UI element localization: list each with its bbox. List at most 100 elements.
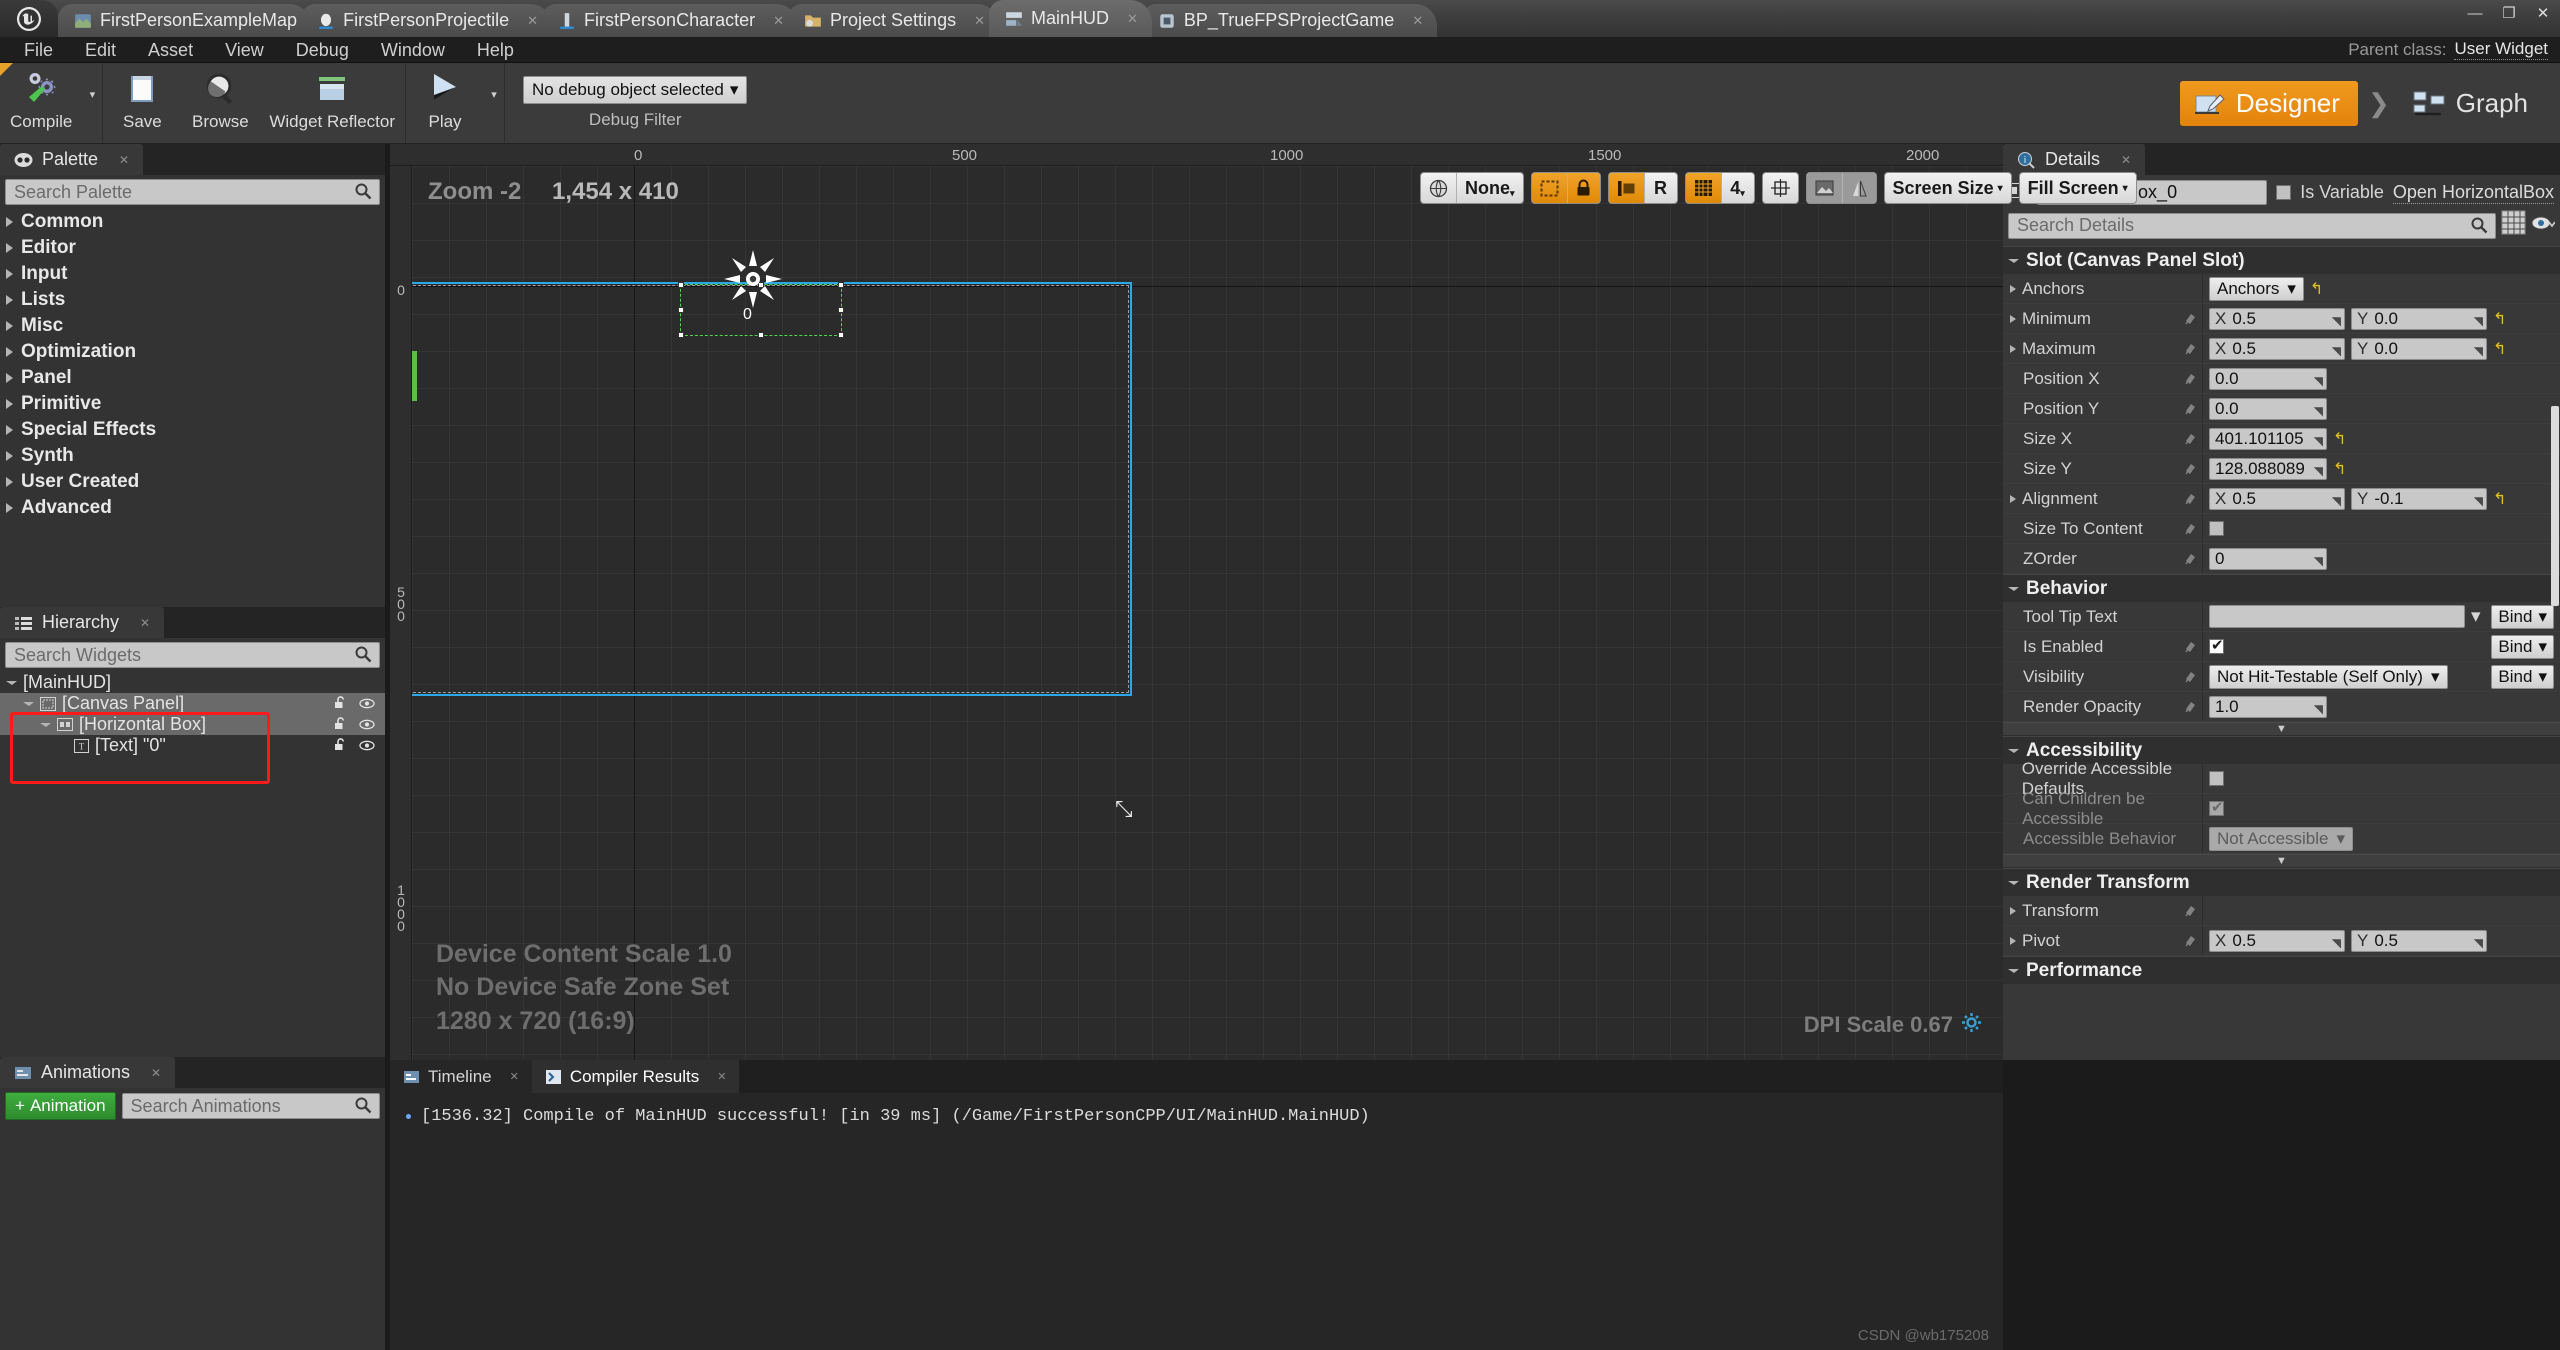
visibility-toggle[interactable] [359, 714, 375, 735]
save-button[interactable]: Save [103, 63, 181, 143]
reset-to-default-icon[interactable]: ↰ [2333, 429, 2346, 449]
image-icon[interactable] [1806, 173, 1843, 203]
property-checkbox[interactable] [2209, 636, 2224, 654]
chevron-right-icon[interactable] [2010, 284, 2016, 293]
property-field[interactable]: 0.0 ◥ [2209, 367, 2327, 390]
property-combo[interactable]: Not Accessible ▾ [2209, 826, 2354, 851]
property-field[interactable]: 128.088089 ◥ [2209, 457, 2327, 480]
property-checkbox[interactable] [2209, 521, 2224, 536]
window-tab-2[interactable]: FirstPersonCharacter ✕ [542, 4, 799, 37]
property-text-field[interactable] [2209, 605, 2465, 628]
search-input[interactable] [14, 181, 371, 203]
property-field[interactable]: 0 ◥ [2209, 547, 2327, 570]
drag-grip-icon[interactable]: ◥ [2474, 936, 2483, 950]
align-icon[interactable] [1608, 173, 1645, 203]
details-section-0[interactable]: Slot (Canvas Panel Slot) [2003, 246, 2560, 274]
window-tab-4[interactable]: MainHUD ✕ [988, 0, 1152, 37]
search-animations-input[interactable] [130, 1095, 371, 1117]
reset-to-default-icon[interactable]: ↰ [2493, 309, 2506, 329]
palette-category-synth[interactable]: Synth [0, 443, 385, 469]
dpi-settings-gear-icon[interactable] [1962, 1012, 1981, 1038]
property-field-y[interactable]: Y 0.0 ◥ [2351, 307, 2487, 330]
window-tab-close[interactable]: ✕ [773, 13, 784, 29]
search-widgets-input[interactable] [14, 644, 371, 666]
property-field-x[interactable]: X 0.5 ◥ [2209, 307, 2345, 330]
rotate-toggle[interactable]: R [1645, 173, 1677, 203]
play-button[interactable]: Play [406, 63, 484, 143]
details-scrollbar[interactable] [2551, 406, 2559, 606]
compile-button[interactable]: Compile [0, 63, 82, 143]
grid-snap-icon[interactable] [1685, 173, 1722, 203]
property-field-x[interactable]: X 0.5 ◥ [2209, 337, 2345, 360]
menu-item-file[interactable]: File [8, 37, 69, 63]
timeline-tab-close[interactable]: ✕ [510, 1070, 519, 1083]
tab-graph[interactable]: Graph [2400, 81, 2546, 126]
resize-handle-mr[interactable] [838, 307, 844, 313]
drag-grip-icon[interactable]: ◥ [2332, 344, 2341, 358]
palette-tab[interactable]: Palette ✕ [0, 144, 144, 175]
property-checkbox[interactable] [2209, 798, 2224, 816]
drag-grip-icon[interactable]: ◥ [2474, 494, 2483, 508]
menu-item-debug[interactable]: Debug [280, 37, 365, 63]
design-canvas[interactable]: Zoom -2 1,454 x 410 ⤡ 0 Device Content S… [412, 166, 2003, 1060]
palette-tab-close[interactable]: ✕ [119, 153, 129, 167]
palette-category-input[interactable]: Input [0, 261, 385, 287]
palette-category-optimization[interactable]: Optimization [0, 339, 385, 365]
hierarchy-row-3[interactable]: T [Text] "0" [0, 735, 385, 756]
hierarchy-row-2[interactable]: [Horizontal Box] [0, 714, 385, 735]
dpi-scale[interactable]: DPI Scale 0.67 [1804, 1012, 1981, 1038]
drag-grip-icon[interactable]: ◥ [2332, 494, 2341, 508]
palette-search[interactable] [5, 179, 380, 205]
resize-handle-bl[interactable] [678, 332, 684, 338]
palette-category-panel[interactable]: Panel [0, 365, 385, 391]
menu-item-asset[interactable]: Asset [132, 37, 209, 63]
bind-button[interactable]: Bind ▾ [2491, 604, 2554, 629]
animations-search[interactable] [121, 1093, 380, 1119]
animations-tab[interactable]: Animations ✕ [0, 1057, 176, 1088]
lock-toggle[interactable] [334, 693, 347, 714]
window-tab-3[interactable]: Project Settings ✕ [788, 4, 999, 37]
browse-button[interactable]: Browse [181, 63, 259, 143]
palette-category-lists[interactable]: Lists [0, 287, 385, 313]
fill-screen-select[interactable]: Fill Screen [2020, 173, 2136, 203]
details-tab[interactable]: i Details ✕ [2003, 144, 2146, 175]
menu-item-view[interactable]: View [209, 37, 280, 63]
chevron-right-icon[interactable] [2010, 314, 2016, 323]
drag-grip-icon[interactable]: ◥ [2314, 464, 2323, 478]
close-button[interactable]: ✕ [2526, 2, 2560, 24]
tab-compiler-results[interactable]: Compiler Results ✕ [531, 1060, 740, 1093]
lock-toggle[interactable] [334, 735, 347, 756]
window-tab-5[interactable]: BP_TrueFPSProjectGame ✕ [1141, 4, 1438, 37]
visibility-toggle[interactable] [359, 735, 375, 756]
details-section-1[interactable]: Behavior [2003, 574, 2560, 602]
palette-category-advanced[interactable]: Advanced [0, 495, 385, 521]
property-field-x[interactable]: X 0.5 ◥ [2209, 929, 2345, 952]
resize-handle-tr[interactable] [838, 282, 844, 288]
window-tab-1[interactable]: FirstPersonProjectile ✕ [301, 4, 553, 37]
grid-size-select[interactable]: 4 ▾ [1722, 173, 1754, 203]
property-field-y[interactable]: Y 0.5 ◥ [2351, 929, 2487, 952]
reset-to-default-icon[interactable]: ↰ [2333, 459, 2346, 479]
log-entry[interactable]: [1536.32] Compile of MainHUD successful!… [396, 1107, 1997, 1126]
drag-grip-icon[interactable]: ◥ [2314, 702, 2323, 716]
property-checkbox[interactable] [2209, 771, 2224, 786]
details-visibility-eye-icon[interactable] [2531, 214, 2556, 238]
window-tab-close[interactable]: ✕ [527, 13, 538, 29]
drag-grip-icon[interactable]: ◥ [2314, 374, 2323, 388]
resize-handle-br[interactable] [838, 332, 844, 338]
compile-dropdown-caret[interactable]: ▾ [82, 63, 102, 143]
bind-button[interactable]: Bind ▾ [2491, 634, 2554, 659]
property-combo[interactable]: Anchors ▾ [2209, 276, 2304, 301]
hierarchy-search[interactable] [5, 642, 380, 668]
drag-grip-icon[interactable]: ◥ [2474, 314, 2483, 328]
search-details-input[interactable] [2017, 215, 2487, 236]
play-dropdown-caret[interactable]: ▾ [484, 63, 504, 143]
anchor-medallion-icon[interactable] [722, 248, 784, 310]
parent-class-value[interactable]: User Widget [2454, 39, 2548, 60]
drag-grip-icon[interactable]: ◥ [2474, 344, 2483, 358]
lock-icon[interactable] [1567, 173, 1600, 203]
minimize-button[interactable]: — [2458, 2, 2492, 24]
design-surface-outline[interactable]: ⤡ [412, 282, 1133, 821]
chevron-right-icon[interactable] [2010, 344, 2016, 353]
globe-icon[interactable] [1421, 173, 1457, 203]
